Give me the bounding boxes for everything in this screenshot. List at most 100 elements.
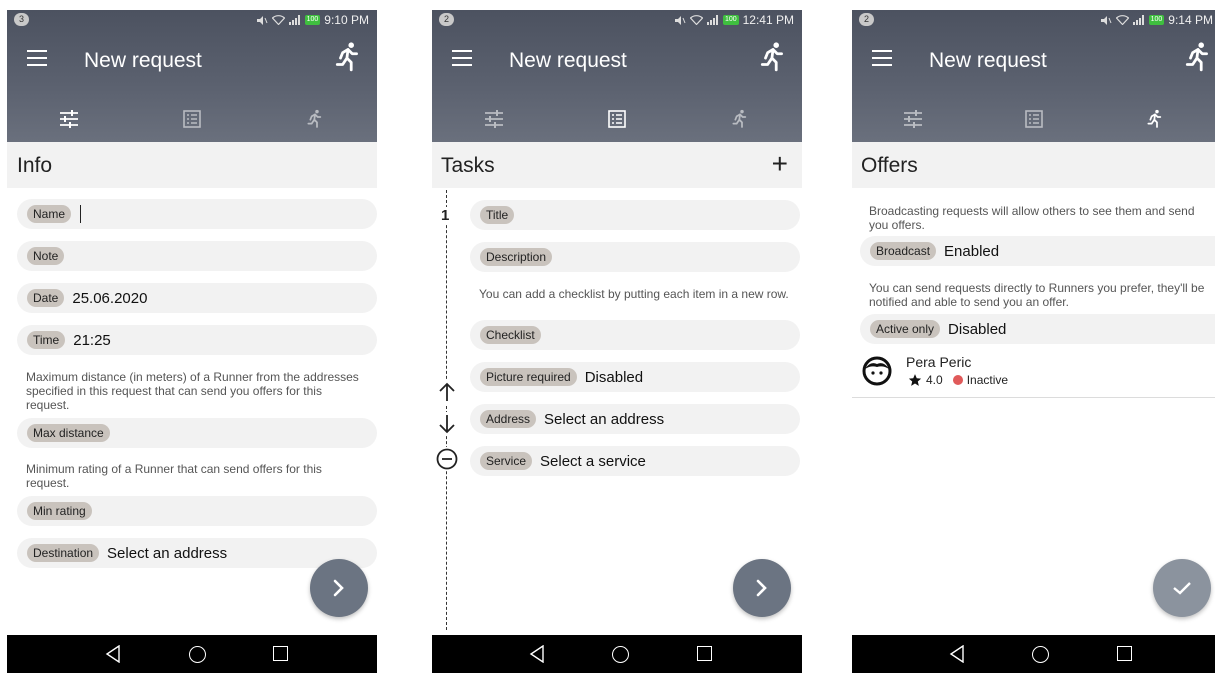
- checklist-field[interactable]: Checklist: [470, 320, 800, 350]
- submit-button[interactable]: [1153, 559, 1211, 617]
- minus-circle-icon: [436, 448, 458, 470]
- wifi-icon: [271, 15, 285, 25]
- check-icon: [1173, 582, 1191, 595]
- phone-screen-offers: 2 100 9:14 PM New request Offers Broadca…: [852, 10, 1215, 673]
- status-bar: 2 100 12:41 PM: [432, 10, 802, 30]
- min-rating-field[interactable]: Min rating: [17, 496, 377, 526]
- status-time: 9:14 PM: [1168, 13, 1213, 27]
- description-field[interactable]: Description: [470, 242, 800, 272]
- star-icon: [908, 374, 922, 386]
- checklist-hint: You can add a checklist by putting each …: [479, 287, 789, 301]
- field-label: Name: [27, 205, 72, 223]
- runner-meta: 4.0 Inactive: [908, 373, 1008, 387]
- battery-icon: 100: [304, 15, 321, 25]
- remove-task-button[interactable]: [435, 447, 459, 471]
- field-label: Date: [27, 289, 65, 307]
- date-field[interactable]: Date 25.06.2020: [17, 283, 377, 313]
- runner-icon[interactable]: [335, 42, 361, 72]
- battery-icon: 100: [1148, 15, 1165, 25]
- chevron-right-icon: [333, 579, 344, 597]
- section-title: Tasks: [441, 154, 495, 177]
- section-header: Tasks +: [432, 142, 802, 188]
- status-time: 9:10 PM: [324, 13, 369, 27]
- android-nav-bar: [852, 635, 1215, 673]
- home-icon[interactable]: [1032, 646, 1049, 663]
- service-field[interactable]: Service Select a service: [470, 446, 800, 476]
- list-icon: [608, 110, 626, 128]
- task-timeline: [446, 190, 447, 630]
- arrow-up-icon: [439, 382, 455, 401]
- picture-required-field[interactable]: Picture required Disabled: [470, 362, 800, 392]
- hamburger-icon[interactable]: [27, 50, 47, 66]
- sliders-icon: [903, 110, 922, 128]
- field-value: 25.06.2020: [72, 289, 148, 307]
- page-title: New request: [84, 49, 202, 72]
- task-number: 1: [441, 207, 450, 225]
- status-time: 12:41 PM: [742, 13, 794, 27]
- back-icon[interactable]: [105, 645, 121, 663]
- android-nav-bar: [432, 635, 802, 673]
- signal-icon: [288, 15, 300, 25]
- runner-list-item[interactable]: Pera Peric 4.0 Inactive: [852, 350, 1215, 398]
- tab-offers[interactable]: [1094, 96, 1215, 142]
- title-field[interactable]: Title: [470, 200, 800, 230]
- tab-bar: [7, 96, 377, 142]
- battery-icon: 100: [722, 15, 739, 25]
- hamburger-icon[interactable]: [872, 50, 892, 66]
- move-up-button[interactable]: [435, 380, 459, 404]
- back-icon[interactable]: [529, 645, 545, 663]
- avatar: [862, 356, 892, 386]
- note-field[interactable]: Note: [17, 241, 377, 271]
- time-field[interactable]: Time 21:25: [17, 325, 377, 355]
- max-distance-field[interactable]: Max distance: [17, 418, 377, 448]
- name-field[interactable]: Name: [17, 199, 377, 229]
- toolbar: New request: [432, 32, 802, 88]
- sliders-icon: [59, 110, 78, 128]
- section-header: Offers: [852, 142, 1215, 188]
- signal-icon: [1132, 15, 1144, 25]
- tab-tasks[interactable]: [973, 96, 1094, 142]
- active-only-field[interactable]: Active only Disabled: [860, 314, 1215, 344]
- field-value: 21:25: [73, 331, 111, 349]
- android-nav-bar: [7, 635, 377, 673]
- next-button[interactable]: [310, 559, 368, 617]
- recents-icon[interactable]: [273, 646, 288, 661]
- status-dot-icon: [952, 375, 963, 385]
- field-label: Address: [480, 410, 537, 428]
- tab-tasks[interactable]: [130, 96, 253, 142]
- arrow-down-icon: [439, 415, 455, 434]
- chevron-right-icon: [756, 579, 767, 597]
- tab-info[interactable]: [432, 96, 555, 142]
- home-icon[interactable]: [189, 646, 206, 663]
- next-button[interactable]: [733, 559, 791, 617]
- back-icon[interactable]: [949, 645, 965, 663]
- tab-info[interactable]: [852, 96, 973, 142]
- tab-offers[interactable]: [254, 96, 377, 142]
- recents-icon[interactable]: [697, 646, 712, 661]
- tab-info[interactable]: [7, 96, 130, 142]
- page-title: New request: [929, 49, 1047, 72]
- recents-icon[interactable]: [1117, 646, 1132, 661]
- field-value: Disabled: [948, 320, 1007, 338]
- status-bar: 2 100 9:14 PM: [852, 10, 1215, 30]
- runner-icon: [732, 109, 747, 128]
- home-icon[interactable]: [612, 646, 629, 663]
- section-header: Info: [7, 142, 377, 188]
- tab-offers[interactable]: [679, 96, 802, 142]
- hamburger-icon[interactable]: [452, 50, 472, 66]
- tab-tasks[interactable]: [555, 96, 678, 142]
- field-label: Checklist: [480, 326, 541, 344]
- runner-icon[interactable]: [1185, 42, 1211, 72]
- runner-icon[interactable]: [760, 42, 786, 72]
- move-down-button[interactable]: [435, 412, 459, 436]
- app-header: 2 100 9:14 PM New request: [852, 10, 1215, 142]
- broadcast-field[interactable]: Broadcast Enabled: [860, 236, 1215, 266]
- tab-bar: [432, 96, 802, 142]
- mute-icon: [1100, 15, 1112, 25]
- list-icon: [1024, 110, 1043, 128]
- address-field[interactable]: Address Select an address: [470, 404, 800, 434]
- broadcast-hint: Broadcasting requests will allow others …: [869, 204, 1195, 232]
- app-header: 2 100 12:41 PM New request: [432, 10, 802, 142]
- add-task-button[interactable]: +: [772, 150, 788, 178]
- wifi-icon: [1115, 15, 1129, 25]
